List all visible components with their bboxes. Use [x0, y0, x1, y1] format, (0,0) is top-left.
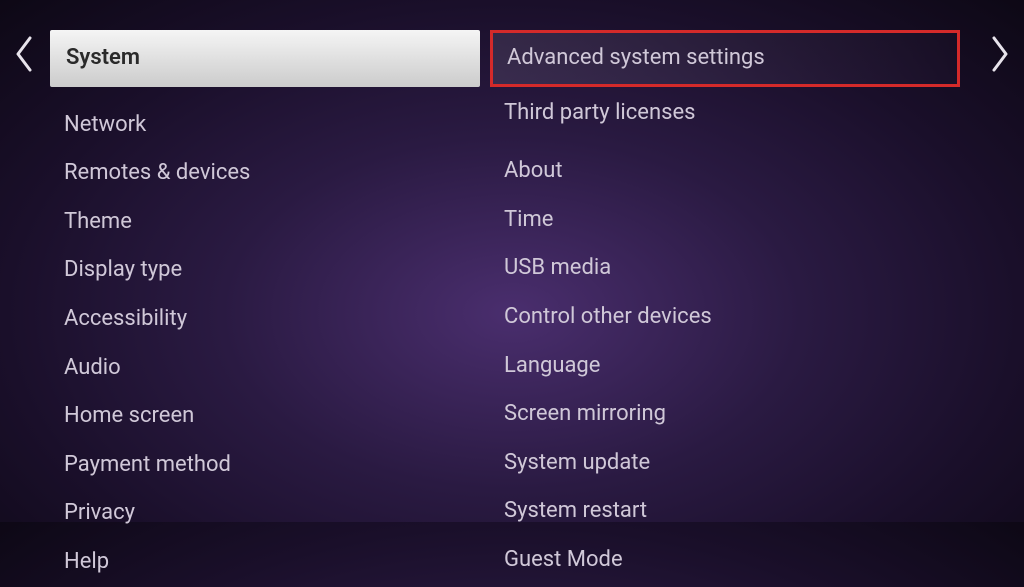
- option-label: System update: [504, 450, 650, 475]
- option-control-other-devices[interactable]: Control other devices: [490, 293, 960, 342]
- category-label: Home screen: [64, 403, 194, 428]
- option-time[interactable]: Time: [490, 196, 960, 245]
- nav-forward-icon[interactable]: [990, 36, 1010, 78]
- category-label: Network: [64, 112, 146, 137]
- category-audio[interactable]: Audio: [50, 344, 480, 393]
- category-system[interactable]: System: [50, 30, 480, 87]
- option-label: Screen mirroring: [504, 401, 666, 426]
- option-label: System restart: [504, 498, 647, 523]
- nav-back-icon[interactable]: [14, 36, 34, 78]
- option-label: Language: [504, 353, 600, 378]
- category-label: Display type: [64, 257, 182, 282]
- option-system-update[interactable]: System update: [490, 439, 960, 488]
- option-usb-media[interactable]: USB media: [490, 244, 960, 293]
- category-label: Help: [64, 549, 109, 574]
- settings-categories-column: System Network Remotes & devices Theme D…: [0, 30, 480, 492]
- category-label: System: [66, 45, 140, 70]
- option-label: Third party licenses: [504, 100, 696, 125]
- category-display-type[interactable]: Display type: [50, 246, 480, 295]
- option-system-restart[interactable]: System restart: [490, 487, 960, 536]
- category-network[interactable]: Network: [50, 101, 480, 150]
- category-payment-method[interactable]: Payment method: [50, 441, 480, 490]
- settings-container: System Network Remotes & devices Theme D…: [0, 0, 1024, 522]
- category-label: Accessibility: [64, 306, 187, 331]
- option-label: Advanced system settings: [507, 45, 765, 70]
- category-label: Theme: [64, 209, 132, 234]
- category-label: Audio: [64, 355, 121, 380]
- option-screen-mirroring[interactable]: Screen mirroring: [490, 390, 960, 439]
- category-remotes-devices[interactable]: Remotes & devices: [50, 149, 480, 198]
- category-home-screen[interactable]: Home screen: [50, 392, 480, 441]
- category-privacy[interactable]: Privacy: [50, 489, 480, 538]
- category-theme[interactable]: Theme: [50, 198, 480, 247]
- option-advanced-system-settings[interactable]: Advanced system settings: [490, 30, 960, 87]
- category-help[interactable]: Help: [50, 538, 480, 587]
- option-label: Control other devices: [504, 304, 712, 329]
- option-language[interactable]: Language: [490, 342, 960, 391]
- option-guest-mode[interactable]: Guest Mode: [490, 536, 960, 585]
- system-options-column: Advanced system settings Third party lic…: [480, 30, 960, 492]
- option-label: Guest Mode: [504, 547, 623, 572]
- option-third-party-licenses[interactable]: Third party licenses: [490, 89, 960, 138]
- category-accessibility[interactable]: Accessibility: [50, 295, 480, 344]
- option-label: Time: [504, 207, 553, 232]
- category-label: Remotes & devices: [64, 160, 250, 185]
- category-label: Payment method: [64, 452, 231, 477]
- option-label: About: [504, 158, 563, 183]
- option-label: USB media: [504, 255, 611, 280]
- option-about[interactable]: About: [490, 147, 960, 196]
